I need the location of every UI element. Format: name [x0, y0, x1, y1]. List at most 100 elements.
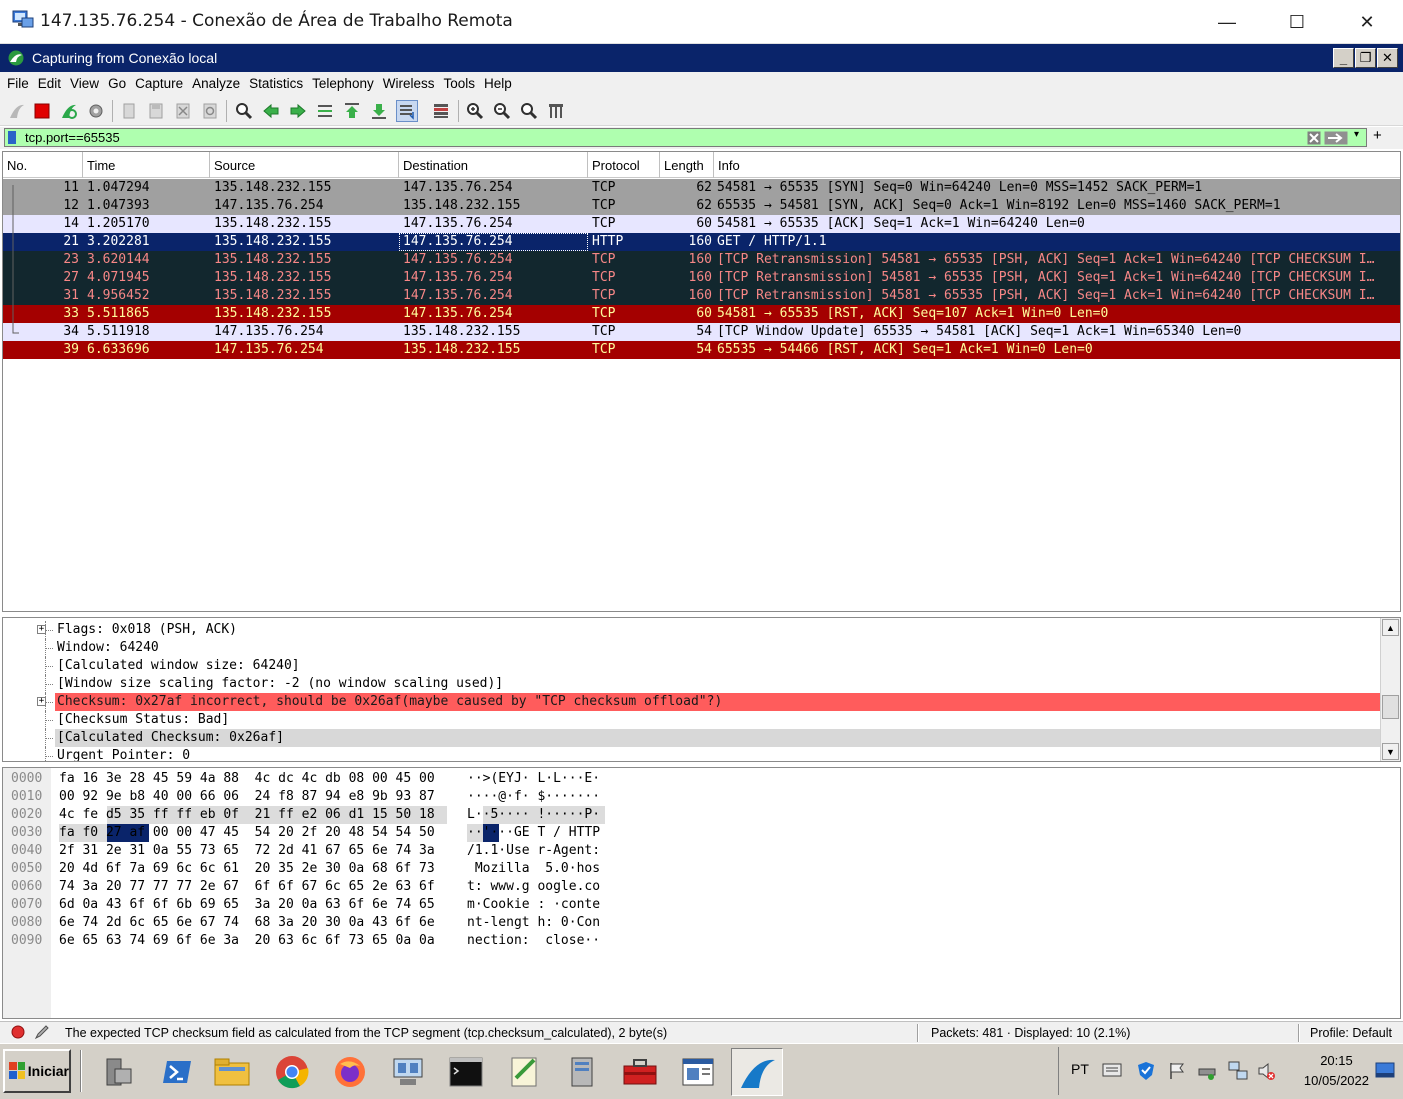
hex-bytes[interactable]: 74 3a 20 77 77 77 2e 67 6f 6f 67 6c 65 2… — [59, 878, 435, 896]
hex-ascii[interactable]: L··5···· !·····P· — [467, 806, 600, 824]
minimize-button[interactable]: — — [1192, 0, 1262, 44]
column-header-destination[interactable]: Destination — [399, 152, 588, 178]
mdi-minimize-button[interactable]: _ — [1333, 48, 1354, 68]
hex-ascii[interactable]: /1.1·Use r-Agent: — [467, 842, 600, 860]
detail-row[interactable]: [Calculated Checksum: 0x26af] — [3, 729, 1380, 747]
filter-dropdown-icon[interactable]: ▾ — [1354, 129, 1359, 140]
go-forward-button[interactable] — [287, 100, 309, 122]
first-packet-button[interactable] — [341, 100, 363, 122]
menu-statistics[interactable]: Statistics — [245, 72, 308, 96]
column-header-protocol[interactable]: Protocol — [588, 152, 660, 178]
packet-row[interactable]: 34 5.511918 147.135.76.254 135.148.232.155 T… — [3, 323, 1400, 341]
column-header-info[interactable]: Info — [714, 152, 1400, 178]
hex-bytes[interactable]: 20 4d 6f 7a 69 6c 6c 61 20 35 2e 30 0a 6… — [59, 860, 435, 878]
packet-row[interactable]: 27 4.071945 135.148.232.155 147.135.76.254 T… — [3, 269, 1400, 287]
menu-view[interactable]: View — [66, 72, 104, 96]
shield-icon[interactable] — [1137, 1061, 1155, 1081]
mdi-restore-button[interactable]: ❐ — [1355, 48, 1376, 68]
profile-label[interactable]: Profile: Default — [1310, 1026, 1392, 1040]
hex-ascii[interactable]: ··>(EYJ· L·L···E· — [467, 770, 600, 788]
save-file-button[interactable] — [145, 100, 167, 122]
clock[interactable]: 20:15 10/05/2022 — [1304, 1051, 1369, 1091]
packet-row[interactable]: 39 6.633696 147.135.76.254 135.148.232.155 T… — [3, 341, 1400, 359]
scroll-thumb[interactable] — [1382, 695, 1399, 719]
taskbar-notepad[interactable] — [498, 1048, 550, 1096]
scroll-down-icon[interactable]: ▼ — [1382, 743, 1399, 760]
computers-icon[interactable] — [1227, 1060, 1249, 1082]
column-header-source[interactable]: Source — [210, 152, 399, 178]
scroll-up-icon[interactable]: ▲ — [1382, 619, 1399, 636]
taskbar-server[interactable] — [556, 1048, 608, 1096]
stop-capture-button[interactable] — [31, 100, 53, 122]
packet-row[interactable]: 11 1.047294 135.148.232.155 147.135.76.254 T… — [3, 179, 1400, 197]
taskbar-chrome[interactable] — [266, 1048, 318, 1096]
find-packet-button[interactable] — [233, 100, 255, 122]
keyboard-icon[interactable] — [1102, 1063, 1122, 1077]
detail-row[interactable]: Window: 64240 — [3, 639, 1380, 657]
open-file-button[interactable] — [118, 100, 140, 122]
hex-ascii[interactable]: t: www.g oogle.co — [467, 878, 600, 896]
taskbar-wireshark[interactable] — [731, 1048, 783, 1096]
taskbar-cmd[interactable] — [440, 1048, 492, 1096]
capture-options-button[interactable] — [85, 100, 107, 122]
taskbar-toolbox[interactable] — [614, 1048, 666, 1096]
menu-file[interactable]: File — [3, 72, 34, 96]
taskbar-powershell[interactable] — [152, 1048, 204, 1096]
expand-icon[interactable]: + — [37, 625, 46, 634]
column-header-length[interactable]: Length — [660, 152, 714, 178]
zoom-out-button[interactable] — [491, 100, 513, 122]
column-header-time[interactable]: Time — [83, 152, 210, 178]
start-button[interactable]: Iniciar — [3, 1049, 71, 1093]
taskbar-document[interactable] — [672, 1048, 724, 1096]
menu-tools[interactable]: Tools — [439, 72, 480, 96]
go-back-button[interactable] — [260, 100, 282, 122]
hex-ascii[interactable]: ··'···GE T / HTTP — [467, 824, 600, 842]
packet-row[interactable]: 21 3.202281 135.148.232.155 147.135.76.254 H… — [3, 233, 1400, 251]
taskbar-network[interactable] — [382, 1048, 434, 1096]
reload-file-button[interactable] — [199, 100, 221, 122]
expand-icon[interactable]: + — [37, 697, 46, 706]
expert-info-error-icon[interactable] — [11, 1025, 25, 1039]
details-scrollbar[interactable]: ▲ ▼ — [1380, 618, 1400, 761]
hex-bytes[interactable]: 4c fe d5 35 ff ff eb 0f 21 ff e2 06 d1 1… — [59, 806, 435, 824]
menu-wireless[interactable]: Wireless — [379, 72, 440, 96]
capture-comment-icon[interactable] — [34, 1024, 50, 1040]
hex-ascii[interactable]: nt-lengt h: 0·Con — [467, 914, 600, 932]
volume-muted-icon[interactable] — [1257, 1061, 1277, 1081]
hex-ascii[interactable]: Mozilla 5.0·hos — [467, 860, 600, 878]
colorize-button[interactable] — [430, 100, 452, 122]
display-filter-input[interactable]: tcp.port==65535 — [4, 128, 1367, 147]
menu-capture[interactable]: Capture — [131, 72, 188, 96]
apply-filter-icon[interactable] — [1324, 131, 1348, 145]
column-header-no[interactable]: No. — [3, 152, 83, 178]
resize-columns-button[interactable] — [545, 100, 567, 122]
hex-bytes[interactable]: fa 16 3e 28 45 59 4a 88 4c dc 4c db 08 0… — [59, 770, 435, 788]
hex-bytes[interactable]: 6e 65 63 74 69 6f 6e 3a 20 63 6c 6f 73 6… — [59, 932, 435, 950]
menu-help[interactable]: Help — [480, 72, 517, 96]
packet-row[interactable]: 33 5.511865 135.148.232.155 147.135.76.254 T… — [3, 305, 1400, 323]
hex-ascii[interactable]: nection: close·· — [467, 932, 600, 950]
menu-analyze[interactable]: Analyze — [188, 72, 245, 96]
detail-row[interactable]: [Calculated window size: 64240] — [3, 657, 1380, 675]
menu-go[interactable]: Go — [104, 72, 131, 96]
hex-bytes[interactable]: 2f 31 2e 31 0a 55 73 65 72 2d 41 67 65 6… — [59, 842, 435, 860]
packet-row[interactable]: 14 1.205170 135.148.232.155 147.135.76.254 T… — [3, 215, 1400, 233]
detail-row[interactable]: [Window size scaling factor: -2 (no wind… — [3, 675, 1380, 693]
add-filter-button-icon[interactable]: + — [1373, 127, 1382, 144]
packet-row[interactable]: 12 1.047393 147.135.76.254 135.148.232.155 T… — [3, 197, 1400, 215]
hex-ascii[interactable]: ····@·f· $······· — [467, 788, 600, 806]
auto-scroll-button[interactable] — [396, 100, 418, 122]
start-capture-button[interactable] — [6, 100, 28, 122]
hex-bytes[interactable]: 6e 74 2d 6c 65 6e 67 74 68 3a 20 30 0a 4… — [59, 914, 435, 932]
taskbar-file-explorer[interactable] — [206, 1048, 258, 1096]
taskbar-firefox[interactable] — [324, 1048, 376, 1096]
close-file-button[interactable] — [172, 100, 194, 122]
detail-row[interactable]: [Checksum Status: Bad] — [3, 711, 1380, 729]
detail-row[interactable]: + Flags: 0x018 (PSH, ACK) — [3, 621, 1380, 639]
language-indicator[interactable]: PT — [1071, 1061, 1089, 1077]
menu-edit[interactable]: Edit — [34, 72, 66, 96]
clear-filter-icon[interactable] — [1307, 131, 1321, 145]
hex-bytes[interactable]: 00 92 9e b8 40 00 66 06 24 f8 87 94 e8 9… — [59, 788, 435, 806]
zoom-in-button[interactable] — [464, 100, 486, 122]
maximize-button[interactable]: ☐ — [1262, 0, 1332, 44]
